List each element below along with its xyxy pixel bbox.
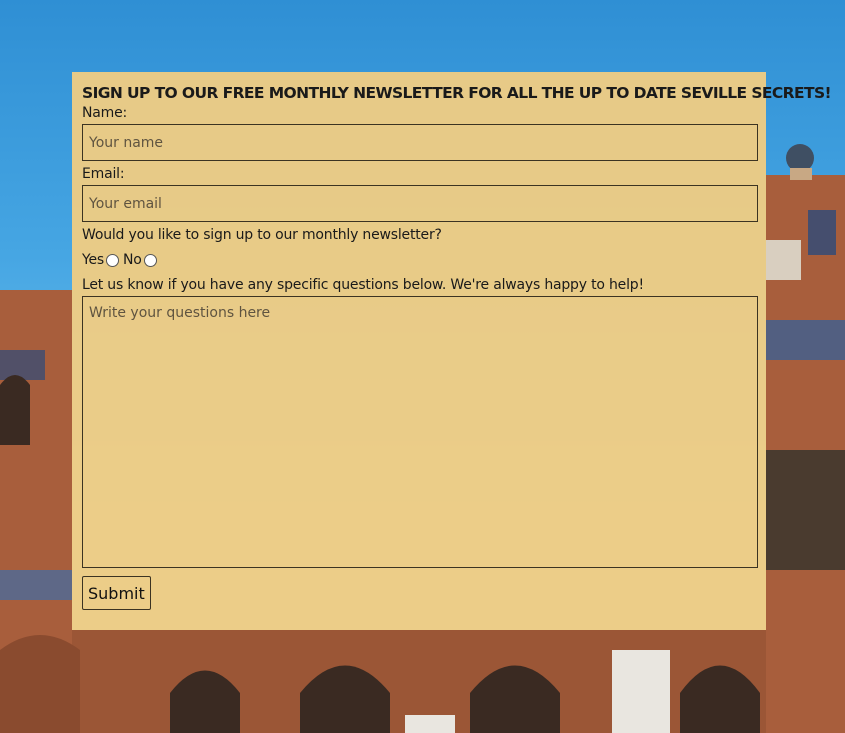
form-title: SIGN UP TO OUR FREE MONTHLY NEWSLETTER F… [82,84,832,102]
questions-textarea[interactable] [82,296,758,568]
no-label: No [123,252,142,268]
name-label: Name: [82,105,128,121]
questions-label: Let us know if you have any specific que… [82,277,644,293]
email-label: Email: [82,166,125,182]
yes-label: Yes [82,252,104,268]
submit-button[interactable]: Submit [82,576,151,610]
no-radio[interactable] [143,253,157,267]
newsletter-form: SIGN UP TO OUR FREE MONTHLY NEWSLETTER F… [72,72,832,630]
email-input[interactable] [82,185,758,222]
name-input[interactable] [82,124,758,161]
newsletter-question: Would you like to sign up to our monthly… [82,227,442,243]
newsletter-radio-group: Yes No [82,249,757,271]
yes-radio[interactable] [106,253,119,267]
